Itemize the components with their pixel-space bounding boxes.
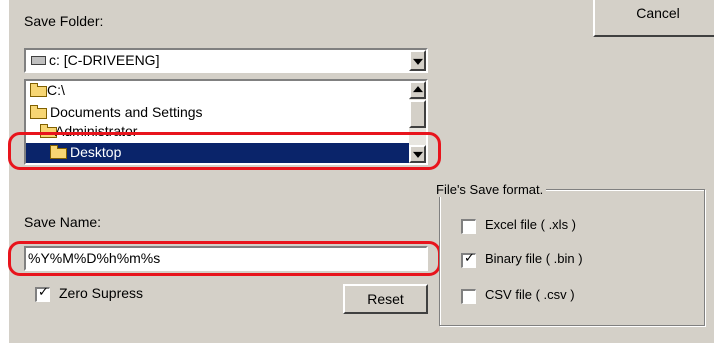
drive-value: c: [C-DRIVEENG] (49, 52, 160, 68)
check-icon: ✓ (464, 251, 475, 266)
csv-file-option[interactable]: CSV file ( .csv ) (461, 286, 661, 306)
folder-label: C:\ (47, 82, 65, 98)
open-folder-icon (30, 105, 47, 119)
excel-file-option[interactable]: Excel file ( .xls ) (461, 216, 661, 236)
zero-supress-checkbox[interactable]: ✓ Zero Supress (35, 285, 215, 305)
check-icon: ✓ (38, 285, 49, 300)
save-folder-label: Save Folder: (24, 13, 104, 29)
drive-select[interactable]: c: [C-DRIVEENG] (24, 48, 428, 73)
file-format-title: File's Save format. (433, 182, 547, 197)
zero-supress-label: Zero Supress (59, 285, 144, 301)
binary-file-check: ✓ (461, 251, 476, 268)
save-name-label: Save Name: (24, 214, 102, 230)
folder-item-documents[interactable]: Documents and Settings (30, 103, 400, 123)
reset-button-label: Reset (367, 291, 404, 307)
chevron-up-icon (412, 86, 423, 93)
chevron-down-icon (412, 58, 423, 65)
binary-file-label: Binary file ( .bin ) (485, 251, 583, 266)
cancel-button[interactable]: Cancel (593, 0, 714, 37)
excel-file-check (461, 219, 476, 234)
drive-icon (31, 56, 46, 65)
cancel-button-label: Cancel (636, 5, 680, 21)
highlight-desktop (8, 132, 441, 170)
zero-supress-check: ✓ (35, 285, 50, 302)
folder-item-root[interactable]: C:\ (30, 81, 400, 101)
scroll-up-button[interactable] (409, 81, 426, 99)
binary-file-option[interactable]: ✓ Binary file ( .bin ) (461, 250, 661, 270)
csv-file-label: CSV file ( .csv ) (485, 287, 575, 302)
csv-file-check (461, 289, 476, 304)
excel-file-label: Excel file ( .xls ) (485, 217, 577, 232)
scroll-thumb[interactable] (409, 100, 426, 128)
folder-label: Documents and Settings (50, 104, 203, 120)
reset-button[interactable]: Reset (343, 284, 428, 314)
highlight-save-name (8, 241, 441, 276)
drive-dropdown-button[interactable] (409, 50, 426, 71)
open-folder-icon (30, 83, 47, 97)
